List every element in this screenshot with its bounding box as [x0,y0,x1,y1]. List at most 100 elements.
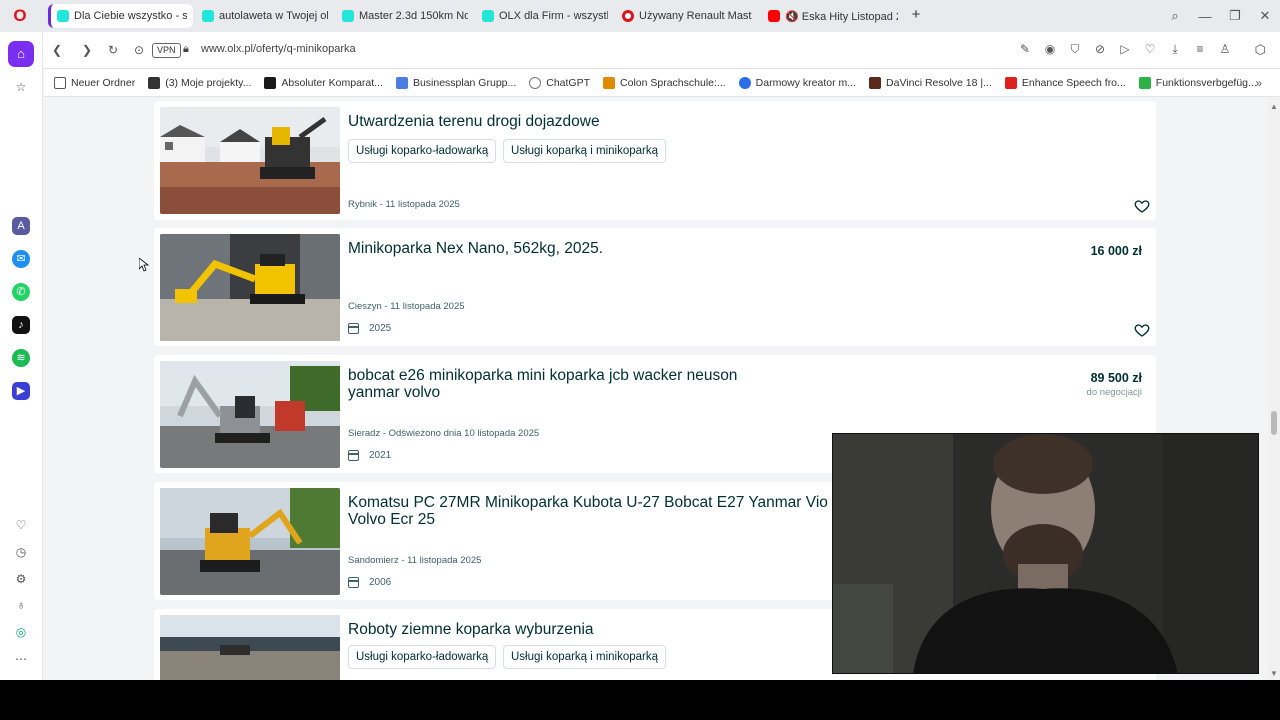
bookmark-item[interactable]: DaVinci Resolve 18 |... [869,76,992,89]
whatsapp-icon[interactable]: ✆ [12,283,30,301]
bookmark-item[interactable]: Businessplan Grupp... [395,76,517,89]
youtube-favicon-icon [768,10,780,22]
tiktok-icon[interactable]: ♪ [12,316,30,334]
tab-4[interactable]: Używany Renault Master 2 [616,4,758,28]
toolbar-icons: ✎ ◉ ⛉ ⊘ ▷ ♡ ⤓ ≡ ♙ [1018,42,1232,56]
heart-icon[interactable]: ♡ [1143,42,1157,56]
new-tab-plus-icon[interactable]: + [909,7,923,22]
camera-icon[interactable]: ◉ [1043,42,1057,56]
extensions-cube-icon[interactable]: ⬡ [1255,42,1266,58]
search-tabs-icon[interactable]: ⌕ [1160,8,1190,24]
listing-title[interactable]: Minikoparka Nex Nano, 562kg, 2025. [348,240,788,257]
aria-ai-icon[interactable]: A [12,217,30,235]
close-icon[interactable]: ✕ [1250,8,1280,24]
play-icon[interactable]: ▷ [1118,42,1132,56]
scroll-up-icon[interactable]: ▲ [1270,102,1278,111]
listing-photo[interactable] [160,615,340,680]
negotiable-label: do negocjacji [1086,387,1142,398]
favorites-heart-icon[interactable]: ♡ [12,518,30,532]
bookmark-item[interactable]: Colon Sprachschule:... [603,76,726,89]
shield-icon[interactable]: ⛉ [1068,42,1082,56]
url-field[interactable]: www.olx.pl/oferty/q-minikoparka [201,43,356,55]
bookmark-label: Enhance Speech fro... [1021,76,1126,89]
service-tag[interactable]: Usługi koparką i minikoparką [503,645,667,669]
bookmark-label: Darmowy kreator m... [755,76,857,89]
player-icon[interactable]: ▶ [12,382,30,400]
bookmarks-bar: Neuer Ordner (3) Moje projekty... Absolu… [44,69,1280,97]
restore-icon[interactable]: ❐ [1220,8,1250,24]
bookmark-item[interactable]: ChatGPT [529,76,590,89]
bookmark-item[interactable]: (3) Moje projekty... [148,76,251,89]
tab-0[interactable]: Dla Ciebie wszystko - spra [48,4,193,28]
calendar-icon [348,577,359,588]
bookmark-item[interactable]: Funktionsverbgefüg... [1138,76,1257,89]
bookmark-item[interactable]: Enhance Speech fro... [1004,76,1126,89]
listing-price: 16 000 zł [1090,244,1142,258]
settings-gear-icon[interactable]: ⚙ [12,572,30,586]
listing-photo[interactable] [160,488,340,595]
page-scrollbar[interactable]: ▲ ▼ [1268,98,1280,680]
service-tag[interactable]: Usługi koparką i minikoparką [503,139,667,163]
listing-card[interactable]: Minikoparka Nex Nano, 562kg, 2025. 16 00… [154,228,1156,346]
opera-logo-icon[interactable]: O [11,7,29,25]
home-icon[interactable]: ⌂ [8,41,34,67]
listing-location-date: Rybnik - 11 listopada 2025 [348,199,460,210]
bookmark-icon [1138,76,1151,89]
listing-photo[interactable] [160,361,340,468]
vpn-badge[interactable]: VPN [152,43,181,58]
tab-title: Master 2.3d 150km Nowa [359,10,468,22]
listing-title[interactable]: Komatsu PC 27MR Minikoparka Kubota U-27 … [348,494,868,528]
bookmark-item[interactable]: Darmowy kreator m... [738,76,857,89]
listing-card[interactable]: Utwardzenia terenu drogi dojazdowe Usług… [154,101,1156,220]
bookmark-item[interactable]: Neuer Ordner [54,76,135,89]
spotify-icon[interactable]: ≋ [12,349,30,367]
bookmark-icon [869,76,882,89]
favorite-heart-icon[interactable] [1134,322,1150,338]
adblock-icon[interactable]: ⊘ [1093,42,1107,56]
tab-title: autolaweta w Twojej okoli [219,10,328,22]
location-pin-icon[interactable]: ⊙ [132,43,146,57]
listing-photo[interactable] [160,234,340,341]
browser-window: O Dla Ciebie wszystko - spra autolaweta … [0,0,1280,680]
more-icon[interactable]: ⋯ [12,652,30,666]
tab-3[interactable]: OLX dla Firm - wszystko d [476,4,614,28]
favorite-heart-icon[interactable] [1134,198,1150,214]
edit-icon[interactable]: ✎ [1018,42,1032,56]
tab-5[interactable]: 🔇 Eska Hity Listopad 202 [762,4,904,28]
listing-photo[interactable] [160,107,340,214]
listing-location-date: Cieszyn - 11 listopada 2025 [348,301,465,312]
reload-icon[interactable]: ↻ [106,43,120,57]
menu-icon[interactable]: ≡ [1193,42,1207,56]
chatgpt-icon[interactable]: ◎ [12,625,30,639]
listing-title[interactable]: Utwardzenia terenu drogi dojazdowe [348,113,788,130]
history-clock-icon[interactable]: ◷ [12,545,30,559]
bookmark-icon [603,76,616,89]
download-icon[interactable]: ⤓ [1168,42,1182,56]
tab-1[interactable]: autolaweta w Twojej okoli [196,4,334,28]
forward-icon[interactable]: ❯ [80,43,94,57]
service-tag[interactable]: Usługi koparko-ładowarką [348,645,497,669]
messenger-icon[interactable]: ✉ [12,250,30,268]
listing-title[interactable]: Roboty ziemne koparka wyburzenia [348,621,788,638]
listing-price: 89 500 zł [1090,371,1142,385]
bookmark-item[interactable]: Absoluter Komparat... [264,76,383,89]
back-icon[interactable]: ❮ [50,43,64,57]
tips-bulb-icon[interactable]: ♁ [12,598,30,612]
doc-icon [395,76,408,89]
lock-icon[interactable]: 🔒︎ [183,43,189,56]
tab-title: 🔇 Eska Hity Listopad 202 [785,10,898,23]
scrollbar-thumb[interactable] [1271,411,1277,435]
olx-favicon-icon [57,10,69,22]
more-bookmarks-chevron-icon[interactable]: » [1255,76,1262,90]
tab-2[interactable]: Master 2.3d 150km Nowa [336,4,474,28]
service-tag[interactable]: Usługi koparko-ładowarką [348,139,497,163]
pin-icon[interactable]: ☆ [12,80,30,94]
tab-title: Używany Renault Master 2 [639,10,752,22]
minimize-icon[interactable]: — [1190,9,1220,24]
listing-title[interactable]: bobcat e26 minikoparka mini koparka jcb … [348,367,778,401]
listing-year: 2006 [348,577,391,588]
profile-icon[interactable]: ♙ [1218,42,1232,56]
scroll-down-icon[interactable]: ▼ [1270,669,1278,678]
bookmark-label: Businessplan Grupp... [412,76,517,89]
opera-sidebar: ⌂ ☆ A ✉ ✆ ♪ ≋ ▶ ♡ ◷ ⚙ ♁ ◎ ⋯ [0,32,43,680]
